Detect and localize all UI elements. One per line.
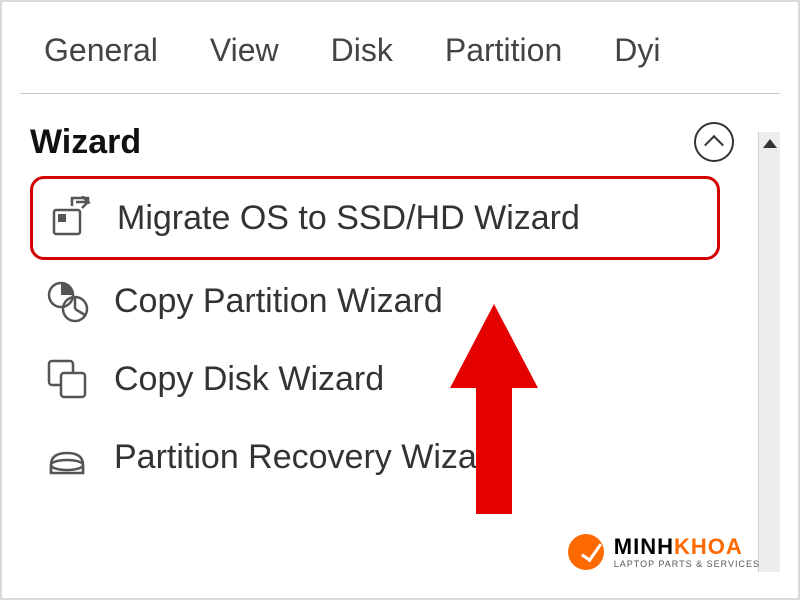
chevron-up-icon bbox=[704, 135, 724, 155]
copy-partition-icon bbox=[44, 278, 90, 324]
triangle-up-icon bbox=[763, 139, 777, 148]
partition-recovery-icon bbox=[44, 434, 90, 480]
wizard-item-copy-disk[interactable]: Copy Disk Wizard bbox=[30, 342, 720, 416]
logo-name: MINHKHOA bbox=[614, 536, 760, 558]
copy-disk-icon bbox=[44, 356, 90, 402]
menu-disk[interactable]: Disk bbox=[331, 32, 393, 69]
logo-tagline: LAPTOP PARTS & SERVICES bbox=[614, 560, 760, 569]
collapse-toggle-icon[interactable] bbox=[694, 122, 734, 162]
menu-general[interactable]: General bbox=[44, 32, 158, 69]
migrate-os-icon bbox=[47, 195, 93, 241]
menubar: General View Disk Partition Dyi bbox=[2, 2, 798, 93]
minhkhoa-logo: MINHKHOA LAPTOP PARTS & SERVICES bbox=[568, 534, 760, 570]
wizard-item-label: Migrate OS to SSD/HD Wizard bbox=[117, 199, 580, 238]
menu-dynamic-truncated[interactable]: Dyi bbox=[614, 32, 660, 69]
wizard-item-label: Copy Partition Wizard bbox=[114, 282, 443, 321]
menu-partition[interactable]: Partition bbox=[445, 32, 562, 69]
wizard-item-copy-partition[interactable]: Copy Partition Wizard bbox=[30, 264, 720, 338]
wizard-item-partition-recovery[interactable]: Partition Recovery Wizard bbox=[30, 420, 720, 494]
logo-mark-icon bbox=[568, 534, 604, 570]
wizard-item-migrate-os[interactable]: Migrate OS to SSD/HD Wizard bbox=[30, 176, 720, 260]
wizard-panel: Wizard Migrate OS to SSD/HD Wizard bbox=[2, 94, 798, 494]
scroll-up-button[interactable] bbox=[759, 132, 781, 154]
wizard-item-label: Copy Disk Wizard bbox=[114, 360, 384, 399]
menu-view[interactable]: View bbox=[210, 32, 279, 69]
vertical-scrollbar[interactable] bbox=[758, 132, 780, 572]
wizard-panel-title: Wizard bbox=[30, 123, 141, 162]
annotation-arrow bbox=[446, 304, 542, 529]
wizard-panel-header[interactable]: Wizard bbox=[30, 122, 734, 172]
